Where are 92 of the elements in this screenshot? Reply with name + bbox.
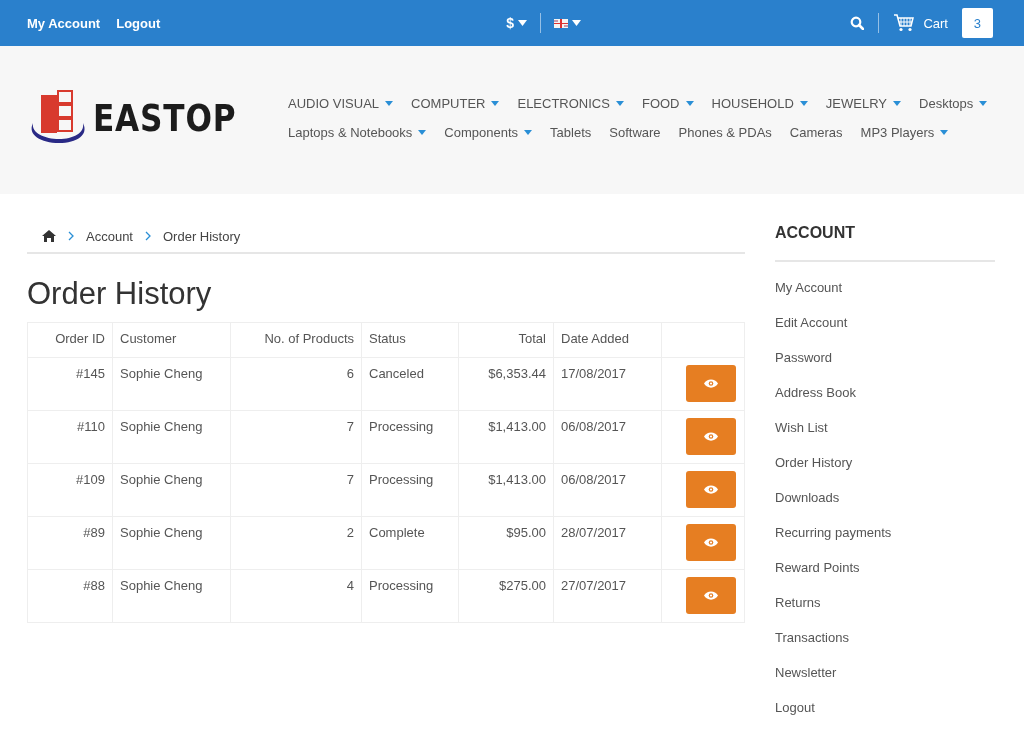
table-cell: #145 — [27, 357, 113, 411]
breadcrumb-link[interactable]: Account — [86, 228, 133, 244]
sidebar-link[interactable]: Recurring payments — [775, 525, 995, 560]
eye-icon — [704, 591, 718, 600]
chevron-icon — [68, 231, 74, 241]
menu-item[interactable]: Software — [609, 125, 661, 140]
sidebar-link[interactable]: Reward Points — [775, 560, 995, 595]
home-icon[interactable] — [42, 230, 56, 242]
column-header: Total — [458, 322, 554, 358]
sidebar-link[interactable]: Returns — [775, 595, 995, 630]
table-cell: Sophie Cheng — [112, 569, 231, 623]
table-cell: Processing — [361, 463, 459, 517]
sidebar-link[interactable]: Edit Account — [775, 315, 995, 350]
sidebar-link[interactable]: Newsletter — [775, 665, 995, 700]
currency-selector[interactable]: $ — [506, 15, 528, 31]
table-cell: 27/07/2017 — [553, 569, 662, 623]
page-title: Order History — [27, 276, 213, 312]
flag-icon — [554, 18, 569, 28]
view-button[interactable] — [686, 524, 736, 561]
menu-item[interactable]: Tablets — [550, 125, 592, 140]
column-header: Date Added — [553, 322, 662, 358]
table-cell: $275.00 — [458, 569, 554, 623]
menu-item[interactable]: Phones & PDAs — [678, 125, 772, 140]
table-cell: #110 — [27, 410, 113, 464]
eye-icon — [704, 485, 718, 494]
table-cell: 7 — [230, 410, 362, 464]
menu-item[interactable]: Components — [444, 125, 533, 140]
sidebar-link[interactable]: Wish List — [775, 420, 995, 455]
menu-item[interactable]: FOOD — [641, 96, 694, 111]
top-link[interactable]: My Account — [27, 15, 101, 31]
table-cell: Sophie Cheng — [112, 357, 231, 411]
language-selector[interactable] — [554, 18, 582, 28]
table-cell: Sophie Cheng — [112, 463, 231, 517]
table-cell: Processing — [361, 569, 459, 623]
sidebar-link[interactable]: Address Book — [775, 385, 995, 420]
table-cell: #88 — [27, 569, 113, 623]
eye-icon — [704, 538, 718, 547]
sidebar-link[interactable]: Password — [775, 350, 995, 385]
column-header: Status — [361, 322, 459, 358]
caret-icon — [572, 20, 582, 26]
table-cell: 28/07/2017 — [553, 516, 662, 570]
view-button[interactable] — [686, 471, 736, 508]
sidebar-link[interactable]: Order History — [775, 455, 995, 490]
table-cell: $1,413.00 — [458, 463, 554, 517]
table-cell: 6 — [230, 357, 362, 411]
table-cell: Canceled — [361, 357, 459, 411]
chevron-icon — [145, 231, 151, 241]
table-cell: 2 — [230, 516, 362, 570]
table-cell: #89 — [27, 516, 113, 570]
table-cell: $1,413.00 — [458, 410, 554, 464]
menu-item[interactable]: ELECTRONICS — [517, 96, 624, 111]
view-button[interactable] — [686, 418, 736, 455]
column-header: Order ID — [27, 322, 113, 358]
table-cell: Processing — [361, 410, 459, 464]
table-cell: $6,353.44 — [458, 357, 554, 411]
menu-item[interactable]: COMPUTER — [411, 96, 500, 111]
table-cell: #109 — [27, 463, 113, 517]
view-button[interactable] — [686, 577, 736, 614]
breadcrumb-link[interactable]: Order History — [163, 228, 241, 244]
sidebar-link[interactable]: Transactions — [775, 630, 995, 665]
table-cell: 06/08/2017 — [553, 410, 662, 464]
top-link[interactable]: Logout — [116, 15, 161, 31]
table-cell: 17/08/2017 — [553, 357, 662, 411]
table-cell: 06/08/2017 — [553, 463, 662, 517]
search-icon[interactable] — [850, 16, 865, 30]
caret-icon — [518, 20, 528, 26]
table-cell: Sophie Cheng — [112, 516, 231, 570]
cart-count: 3 — [962, 8, 993, 38]
table-cell: 7 — [230, 463, 362, 517]
column-header: No. of Products — [230, 322, 362, 358]
menu-item[interactable]: AUDIO VISUAL — [288, 96, 394, 111]
cart-link[interactable]: Cart — [893, 14, 948, 32]
table-cell: Sophie Cheng — [112, 410, 231, 464]
menu-item[interactable]: MP3 Players — [860, 125, 949, 140]
sidebar-link[interactable]: Logout — [775, 700, 995, 735]
menu-item[interactable]: HOUSEHOLD — [711, 96, 808, 111]
menu-item[interactable]: Cameras — [789, 125, 843, 140]
menu-item[interactable]: JEWELRY — [825, 96, 902, 111]
sidebar-link[interactable]: Downloads — [775, 490, 995, 525]
menu-item[interactable]: Laptops & Notebooks — [288, 125, 427, 140]
eye-icon — [704, 379, 718, 388]
menu-item[interactable]: Desktops — [919, 96, 988, 111]
cart-icon — [893, 14, 916, 32]
table-cell: Complete — [361, 516, 459, 570]
logo[interactable]: EASTOP — [27, 89, 282, 147]
column-header: Customer — [112, 322, 231, 358]
eye-icon — [704, 432, 718, 441]
view-button[interactable] — [686, 365, 736, 402]
sidebar-title: ACCOUNT — [775, 224, 995, 262]
sidebar-link[interactable]: My Account — [775, 280, 995, 315]
table-cell: 4 — [230, 569, 362, 623]
table-cell: $95.00 — [458, 516, 554, 570]
